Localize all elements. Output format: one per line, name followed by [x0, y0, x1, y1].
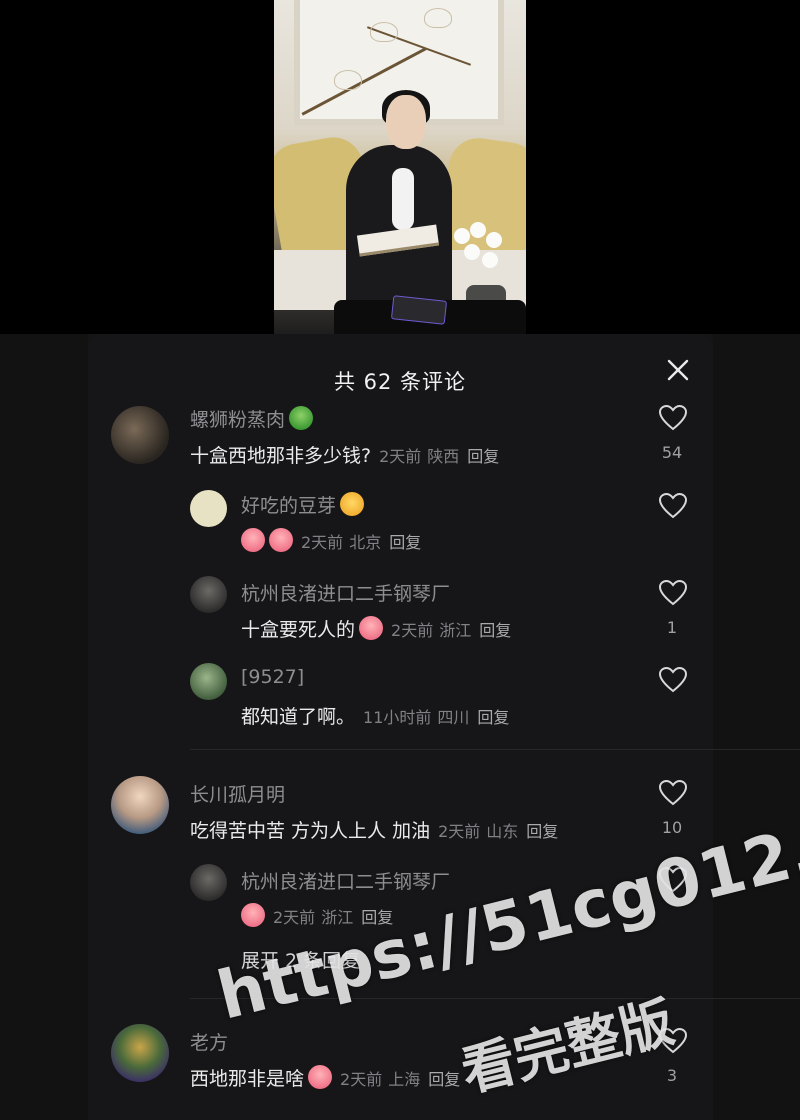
reply-button[interactable]: 回复	[477, 708, 509, 727]
comment-location: 浙江	[439, 621, 472, 640]
comment-text-row: 十盒要死人的 2天前 浙江 回复	[241, 615, 511, 642]
comment-author[interactable]: 螺狮粉蒸肉	[190, 405, 314, 432]
avatar[interactable]	[190, 864, 227, 901]
reply-button[interactable]: 回复	[389, 533, 421, 552]
comment-text-row: 都知道了啊。 11小时前 四川 回复	[241, 702, 509, 729]
comment-text: 十盒西地那非多少钱?	[190, 445, 372, 467]
comment-time: 2天前	[379, 447, 422, 466]
comment-text: 十盒要死人的	[241, 619, 356, 641]
heart-icon[interactable]	[659, 780, 687, 806]
like-count: 3	[666, 1066, 678, 1085]
comment-time: 2天前	[301, 533, 344, 552]
comment-text-row: 吃得苦中苦 方为人上人 加油 2天前 山东 回复	[190, 816, 558, 843]
vomit-emoji-icon	[289, 406, 314, 430]
reply-button[interactable]: 回复	[526, 822, 558, 841]
comment-author[interactable]: [9527]	[241, 666, 304, 688]
painting-flower	[370, 22, 398, 42]
comment-time: 2天前	[438, 822, 481, 841]
avatar[interactable]	[111, 776, 169, 834]
reply-button[interactable]: 回复	[479, 621, 511, 640]
comment-text-row: 十盒西地那非多少钱? 2天前 陕西 回复	[190, 441, 499, 468]
divider	[190, 749, 800, 750]
comment-location: 上海	[388, 1070, 421, 1089]
reply-button[interactable]: 回复	[428, 1070, 460, 1089]
reply-button[interactable]: 回复	[467, 447, 499, 466]
flowers	[452, 222, 508, 282]
crying-emoji-icon	[241, 528, 265, 552]
heart-icon[interactable]	[659, 667, 687, 693]
close-icon[interactable]	[665, 357, 691, 383]
heart-icon[interactable]	[659, 493, 687, 519]
heart-icon[interactable]	[659, 405, 687, 431]
comment-author[interactable]: 长川孤月明	[190, 780, 285, 807]
crying-emoji-icon	[308, 1065, 333, 1089]
smile-emoji-icon	[340, 492, 365, 516]
painting-flower	[424, 8, 452, 28]
like-count: 54	[661, 443, 683, 462]
avatar[interactable]	[190, 490, 227, 527]
comment-time: 2天前	[340, 1070, 383, 1089]
comment-location: 北京	[349, 533, 382, 552]
comment-time: 2天前	[391, 621, 434, 640]
avatar[interactable]	[190, 663, 227, 700]
comment-author[interactable]: 好吃的豆芽	[241, 491, 365, 518]
person-shirt	[392, 168, 414, 230]
crying-emoji-icon	[269, 528, 293, 552]
sheet-backdrop-right	[713, 334, 800, 1120]
comment-location: 山东	[486, 822, 519, 841]
comment-text: 吃得苦中苦 方为人上人 加油	[190, 820, 431, 842]
video-preview[interactable]	[274, 0, 526, 340]
crying-emoji-icon	[359, 616, 384, 640]
comment-text-row: 西地那非是啥 2天前 上海 回复	[190, 1064, 460, 1091]
heart-icon[interactable]	[659, 580, 687, 606]
comment-location: 陕西	[427, 447, 460, 466]
sheet-backdrop-left	[0, 334, 88, 1120]
comment-text: 都知道了啊。	[241, 706, 356, 728]
avatar[interactable]	[111, 1024, 169, 1082]
like-count: 10	[661, 818, 683, 837]
person-head	[386, 95, 426, 149]
crying-emoji-icon	[241, 903, 265, 927]
comment-author[interactable]: 杭州良渚进口二手钢琴厂	[241, 579, 450, 606]
painting-flower	[334, 70, 362, 90]
comment-location: 四川	[437, 708, 470, 727]
comment-author[interactable]: 老方	[190, 1028, 228, 1055]
like-count: 1	[666, 618, 678, 637]
comment-time: 2天前	[273, 908, 316, 927]
comment-time: 11小时前	[363, 708, 432, 727]
comment-text: 西地那非是啥	[190, 1068, 305, 1090]
avatar[interactable]	[190, 576, 227, 613]
comment-text-row: 2天前 北京 回复	[241, 528, 421, 553]
comment-location: 浙江	[321, 908, 354, 927]
avatar[interactable]	[111, 406, 169, 464]
comment-author[interactable]: 杭州良渚进口二手钢琴厂	[241, 867, 450, 894]
